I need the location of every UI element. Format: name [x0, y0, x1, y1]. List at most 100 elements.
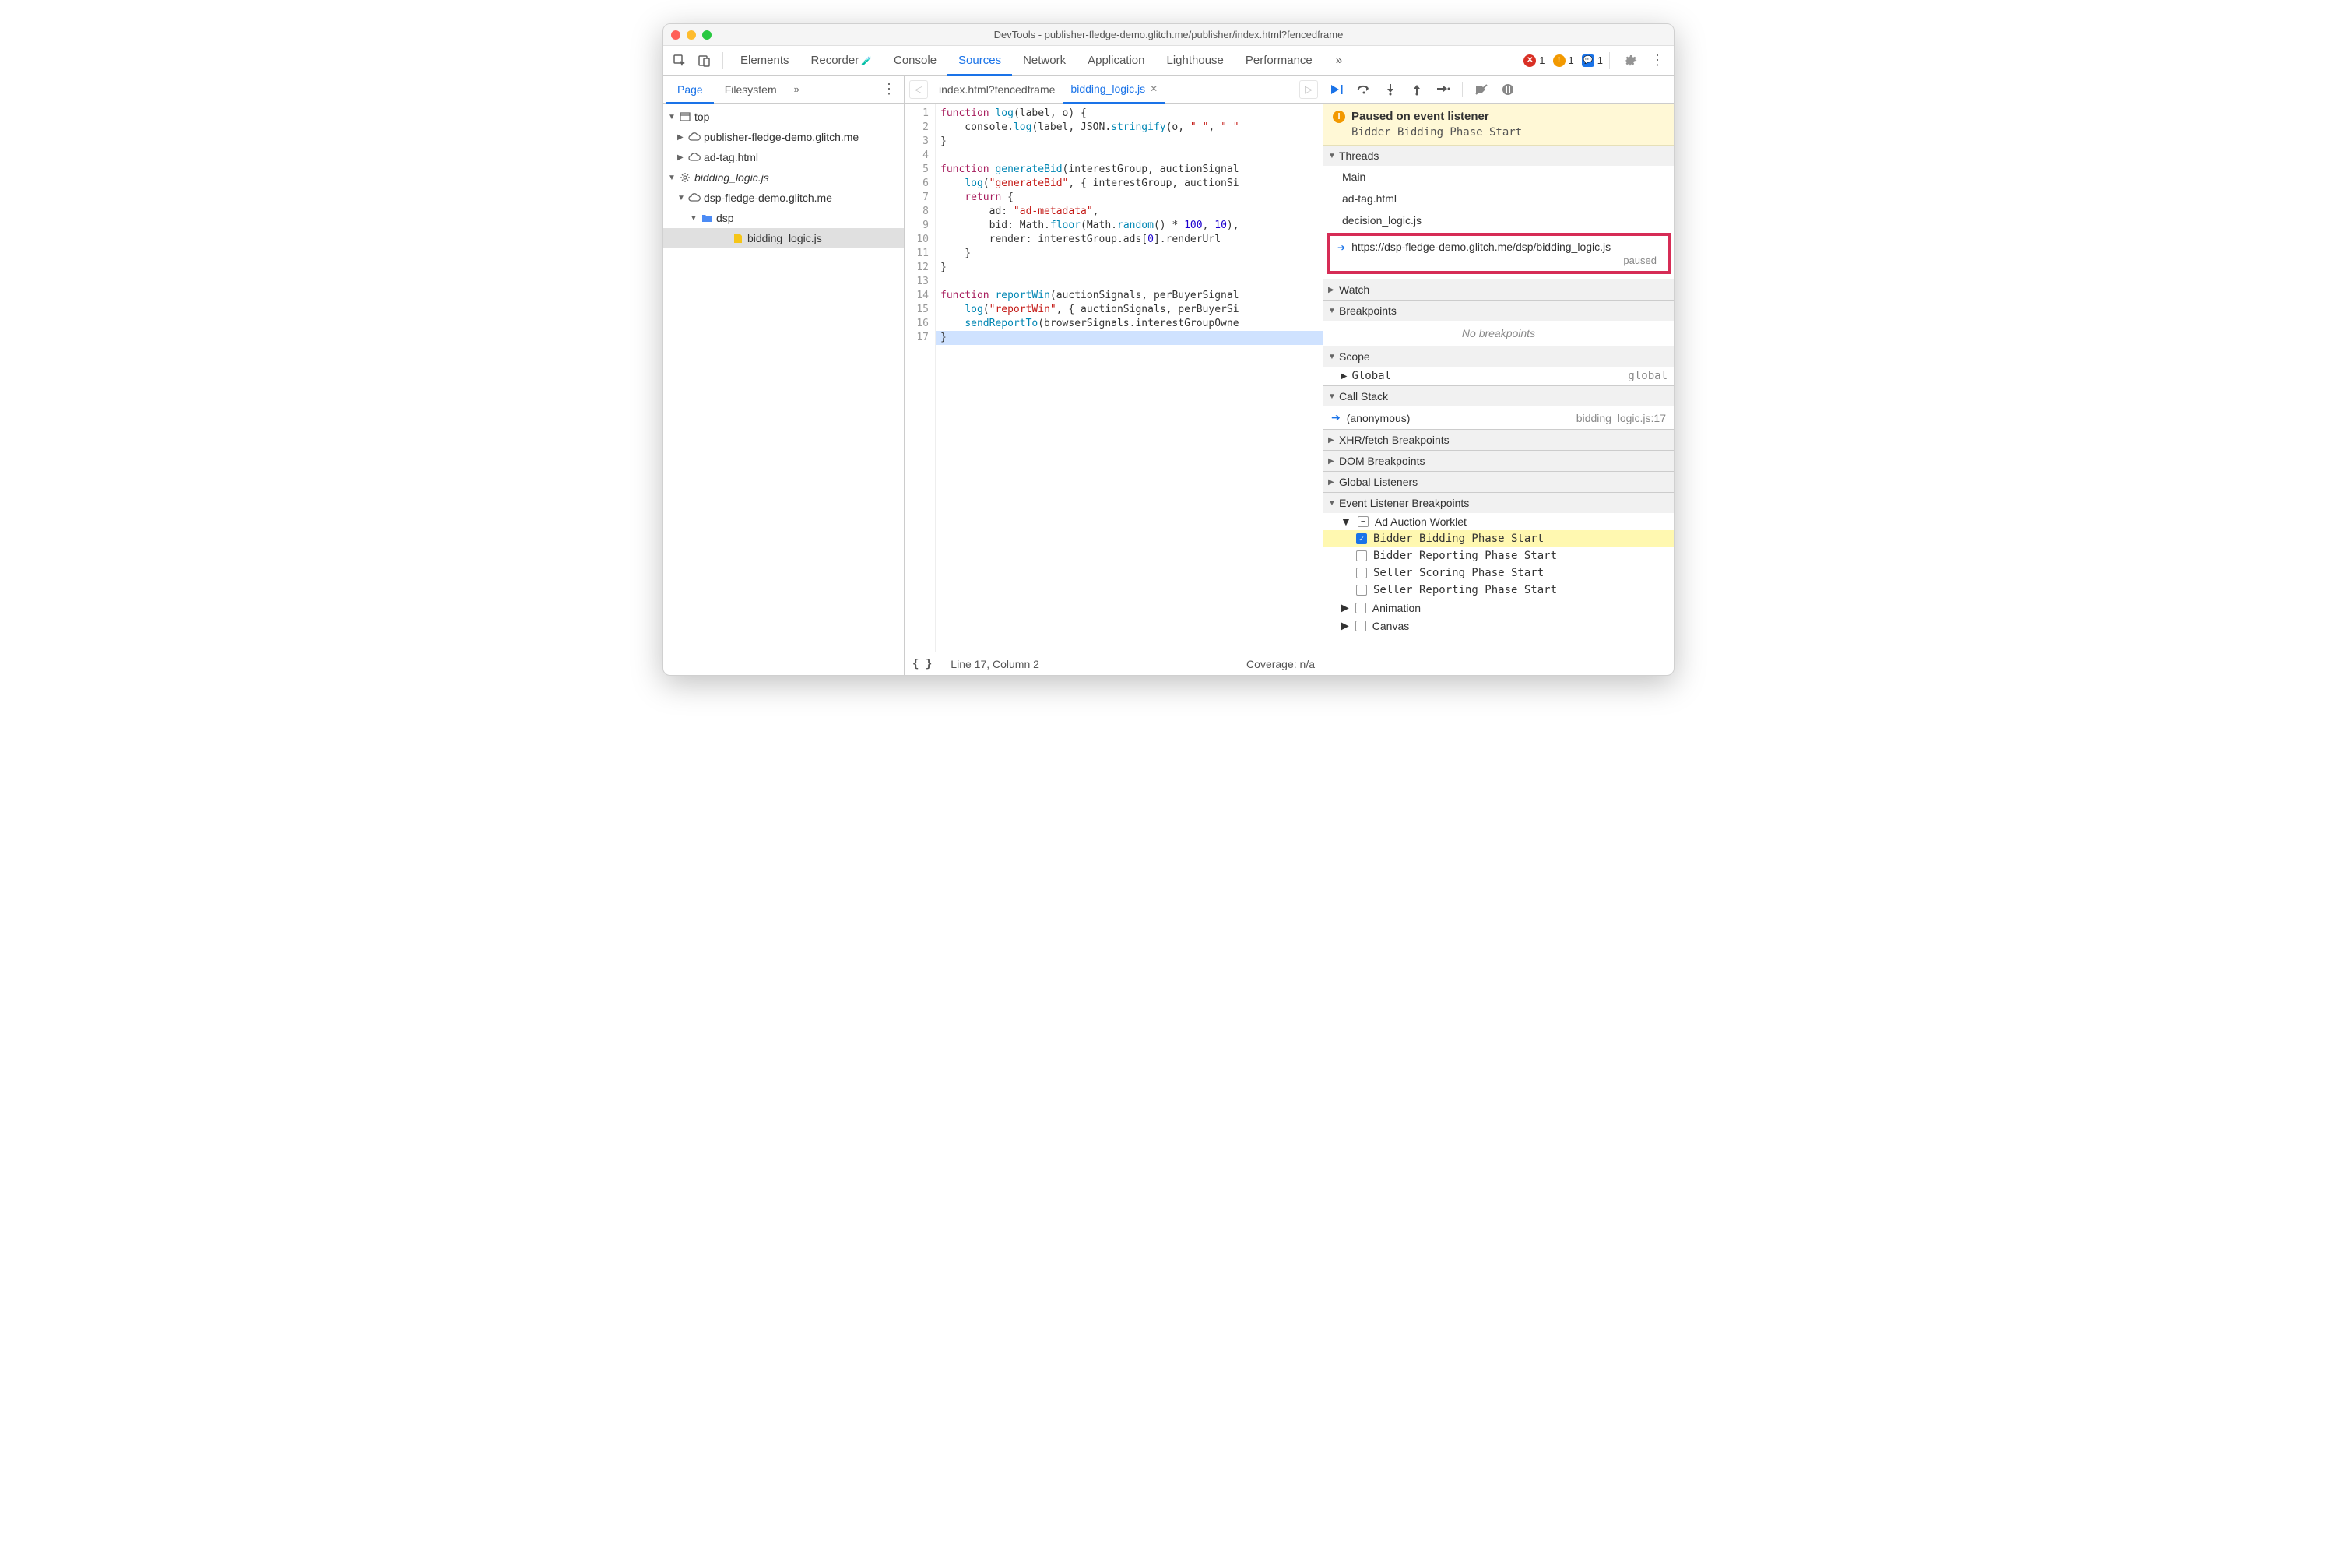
scope-header[interactable]: ▼Scope	[1323, 346, 1674, 367]
coverage-status: Coverage: n/a	[1246, 658, 1315, 670]
editor-panel: ◁ index.html?fencedframebidding_logic.js…	[905, 76, 1323, 675]
pause-detail: Bidder Bidding Phase Start	[1333, 126, 1664, 139]
evt-group[interactable]: ▼Ad Auction Worklet	[1323, 513, 1674, 530]
tree-item[interactable]: ▼dsp	[663, 208, 904, 228]
navigator-sidebar: Page Filesystem » ⋮ ▼top▶publisher-fledg…	[663, 76, 905, 675]
main-tab-performance[interactable]: Performance	[1235, 46, 1323, 76]
watch-header[interactable]: ▶Watch	[1323, 279, 1674, 300]
thread-state: paused	[1351, 255, 1657, 266]
titlebar: DevTools - publisher-fledge-demo.glitch.…	[663, 24, 1674, 46]
window-title: DevTools - publisher-fledge-demo.glitch.…	[663, 29, 1674, 40]
checkbox-mixed-icon[interactable]	[1358, 516, 1369, 527]
message-count: 1	[1597, 54, 1603, 66]
scope-global[interactable]: ▶Globalglobal	[1323, 367, 1674, 385]
error-count-badge[interactable]: ✕1	[1523, 54, 1545, 67]
folder-icon	[701, 212, 713, 224]
checkbox-icon[interactable]: ✓	[1356, 533, 1367, 544]
breakpoints-header[interactable]: ▼Breakpoints	[1323, 301, 1674, 321]
code-content[interactable]: function log(label, o) { console.log(lab…	[936, 104, 1323, 652]
nav-tab-filesystem[interactable]: Filesystem	[714, 76, 788, 104]
tree-item[interactable]: ▼dsp-fledge-demo.glitch.me	[663, 188, 904, 208]
breakpoints-empty: No breakpoints	[1323, 321, 1674, 346]
threads-section: ▼Threads Main ad-tag.html decision_logic…	[1323, 146, 1674, 279]
more-tabs-icon[interactable]: »	[1325, 46, 1353, 76]
main-tab-recorder[interactable]: Recorder 🧪	[800, 46, 883, 76]
main-toolbar: ElementsRecorder 🧪ConsoleSourcesNetworkA…	[663, 46, 1674, 76]
thread-item[interactable]: Main	[1323, 166, 1674, 188]
callstack-header[interactable]: ▼Call Stack	[1323, 386, 1674, 406]
cloud-icon	[688, 151, 701, 163]
info-icon: i	[1333, 111, 1345, 123]
step-icon[interactable]	[1434, 80, 1453, 99]
checkbox-icon[interactable]	[1356, 568, 1367, 578]
main-tab-application[interactable]: Application	[1077, 46, 1155, 76]
error-count: 1	[1539, 54, 1545, 66]
main-tab-sources[interactable]: Sources	[947, 46, 1012, 76]
step-over-icon[interactable]	[1355, 80, 1373, 99]
line-gutter: 1234567891011121314151617	[905, 104, 936, 652]
tree-item[interactable]: ▶publisher-fledge-demo.glitch.me	[663, 127, 904, 147]
window-icon	[679, 111, 691, 123]
message-count-badge[interactable]: 💬1	[1582, 54, 1603, 67]
event-breakpoint-item[interactable]: Bidder Reporting Phase Start	[1323, 547, 1674, 564]
device-toggle-icon[interactable]	[693, 50, 716, 72]
pause-on-exceptions-icon[interactable]	[1499, 80, 1517, 99]
editor-status-bar: { } Line 17, Column 2 Coverage: n/a	[905, 652, 1323, 675]
file-tabs: ◁ index.html?fencedframebidding_logic.js…	[905, 76, 1323, 104]
event-breakpoint-item[interactable]: Seller Scoring Phase Start	[1323, 564, 1674, 582]
threads-header[interactable]: ▼Threads	[1323, 146, 1674, 166]
gear-icon	[679, 171, 691, 184]
global-listeners-header[interactable]: ▶Global Listeners	[1323, 472, 1674, 492]
step-into-icon[interactable]	[1381, 80, 1400, 99]
thread-item-active[interactable]: ➔ https://dsp-fledge-demo.glitch.me/dsp/…	[1330, 236, 1668, 271]
thread-item[interactable]: ad-tag.html	[1323, 188, 1674, 209]
settings-icon[interactable]	[1622, 53, 1638, 69]
tree-item[interactable]: ▶ad-tag.html	[663, 147, 904, 167]
debug-sidebar: iPaused on event listener Bidder Bidding…	[1323, 76, 1674, 675]
file-tab[interactable]: bidding_logic.js✕	[1063, 76, 1165, 104]
thread-item[interactable]: decision_logic.js	[1323, 209, 1674, 231]
event-breakpoint-item[interactable]: Seller Reporting Phase Start	[1323, 582, 1674, 599]
warning-count: 1	[1569, 54, 1574, 66]
thread-url: https://dsp-fledge-demo.glitch.me/dsp/bi…	[1351, 241, 1657, 253]
main-tab-console[interactable]: Console	[883, 46, 947, 76]
tree-item[interactable]: bidding_logic.js	[663, 228, 904, 248]
separator	[722, 52, 723, 69]
step-out-icon[interactable]	[1407, 80, 1426, 99]
highlighted-thread: ➔ https://dsp-fledge-demo.glitch.me/dsp/…	[1327, 233, 1671, 274]
code-editor[interactable]: 1234567891011121314151617 function log(l…	[905, 104, 1323, 652]
pause-banner: iPaused on event listener Bidder Bidding…	[1323, 104, 1674, 146]
event-breakpoint-item[interactable]: ✓Bidder Bidding Phase Start	[1323, 530, 1674, 547]
more-menu-icon[interactable]: ⋮	[1646, 52, 1669, 69]
resume-icon[interactable]	[1328, 80, 1347, 99]
warning-count-badge[interactable]: !1	[1553, 54, 1574, 67]
deactivate-breakpoints-icon[interactable]	[1472, 80, 1491, 99]
inspect-element-icon[interactable]	[668, 50, 691, 72]
cursor-position: Line 17, Column 2	[951, 658, 1039, 670]
xhr-breakpoints-header[interactable]: ▶XHR/fetch Breakpoints	[1323, 430, 1674, 450]
main-tab-elements[interactable]: Elements	[729, 46, 800, 76]
dom-breakpoints-header[interactable]: ▶DOM Breakpoints	[1323, 451, 1674, 471]
current-frame-icon: ➔	[1331, 411, 1341, 424]
checkbox-icon[interactable]	[1356, 550, 1367, 561]
evt-group[interactable]: ▶Animation	[1323, 599, 1674, 617]
evt-group[interactable]: ▶Canvas	[1323, 617, 1674, 635]
close-tab-icon[interactable]: ✕	[1150, 83, 1158, 94]
checkbox-icon[interactable]	[1356, 585, 1367, 596]
file-tree: ▼top▶publisher-fledge-demo.glitch.me▶ad-…	[663, 104, 904, 675]
event-listener-breakpoints-header[interactable]: ▼Event Listener Breakpoints	[1323, 493, 1674, 513]
main-tab-network[interactable]: Network	[1012, 46, 1077, 76]
checkbox-icon[interactable]	[1355, 603, 1366, 613]
checkbox-icon[interactable]	[1355, 621, 1366, 631]
file-tab[interactable]: index.html?fencedframe	[931, 76, 1063, 104]
nav-menu-icon[interactable]: ⋮	[877, 81, 901, 97]
nav-more-icon[interactable]: »	[788, 83, 806, 95]
nav-tab-page[interactable]: Page	[666, 76, 714, 104]
format-icon[interactable]: { }	[912, 658, 932, 670]
nav-forward-icon[interactable]: ▷	[1299, 80, 1318, 99]
main-tab-lighthouse[interactable]: Lighthouse	[1155, 46, 1234, 76]
nav-back-icon[interactable]: ◁	[909, 80, 928, 99]
stack-frame[interactable]: ➔(anonymous)bidding_logic.js:17	[1323, 406, 1674, 429]
tree-item[interactable]: ▼bidding_logic.js	[663, 167, 904, 188]
tree-item[interactable]: ▼top	[663, 107, 904, 127]
